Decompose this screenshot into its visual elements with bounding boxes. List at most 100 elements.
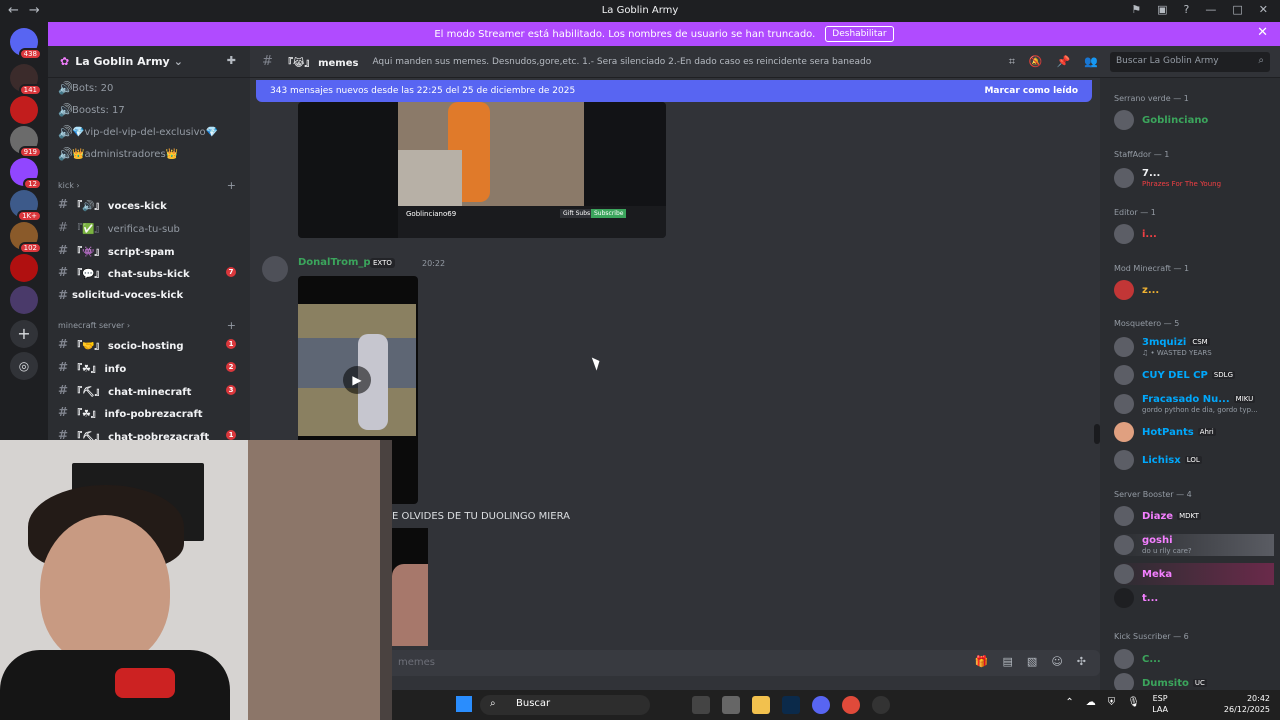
add-channel-icon[interactable]: + bbox=[227, 319, 236, 332]
hash-icon: # bbox=[58, 265, 69, 279]
avatar bbox=[1114, 168, 1134, 188]
mute-icon[interactable]: 🔕 bbox=[1029, 55, 1043, 69]
add-member-icon[interactable]: ✚ bbox=[227, 54, 236, 67]
members-icon[interactable]: 👥 bbox=[1084, 55, 1098, 69]
channel-item[interactable]: # 『💬』 chat-subs-kick 7 bbox=[58, 262, 242, 282]
guild-name: La Goblin Army bbox=[75, 55, 170, 68]
member-item[interactable]: Diaze MDKT bbox=[1114, 505, 1274, 527]
chrome-icon[interactable] bbox=[842, 696, 860, 714]
guild-tag: EXTO bbox=[370, 258, 395, 268]
window-controls: ⚑ ▣ ? — □ ✕ bbox=[1131, 3, 1268, 16]
taskbar-apps bbox=[692, 696, 890, 714]
search-input[interactable]: Buscar La Goblin Army ⌕ bbox=[1110, 52, 1270, 72]
hash-icon: # bbox=[58, 383, 69, 397]
banner-close-icon[interactable]: ✕ bbox=[1257, 25, 1268, 40]
discord-icon[interactable] bbox=[812, 696, 830, 714]
sidebar-item-vip[interactable]: 🔊 💎vip-del-vip-del-exclusivo💎 bbox=[58, 122, 242, 142]
gif-icon[interactable]: ▤ bbox=[1003, 655, 1013, 668]
screen-icon[interactable]: ▣ bbox=[1157, 3, 1167, 16]
guild-header[interactable]: ✿ La Goblin Army ⌄ ✚ bbox=[48, 46, 250, 78]
avatar[interactable] bbox=[262, 256, 288, 282]
maximize-icon[interactable]: □ bbox=[1232, 3, 1242, 16]
avatar bbox=[1114, 673, 1134, 690]
inbox-icon[interactable]: ⚑ bbox=[1131, 3, 1141, 16]
category-kick[interactable]: kick › + bbox=[58, 179, 242, 192]
discover-icon[interactable]: ◎ bbox=[10, 352, 38, 380]
server-icon[interactable] bbox=[10, 286, 38, 314]
printer-icon[interactable] bbox=[722, 696, 740, 714]
server-icon[interactable]: 919 bbox=[10, 126, 42, 158]
member-item[interactable]: C... bbox=[1114, 648, 1274, 670]
taskbar-search[interactable]: ⌕ Buscar bbox=[480, 695, 650, 715]
server-icon[interactable] bbox=[10, 254, 38, 282]
member-item[interactable]: t... bbox=[1114, 587, 1274, 609]
member-item[interactable]: Meka bbox=[1114, 563, 1274, 585]
member-item[interactable]: Lichisx LOL bbox=[1114, 449, 1274, 471]
server-icon[interactable] bbox=[10, 96, 38, 124]
add-server-icon[interactable]: + bbox=[10, 320, 38, 348]
windows-start-icon[interactable] bbox=[456, 696, 472, 712]
channel-item[interactable]: # solicitud-voces-kick bbox=[58, 285, 242, 305]
onedrive-icon[interactable]: ☁ bbox=[1086, 697, 1096, 708]
speaker-icon: 🔊 bbox=[58, 103, 73, 117]
channel-item[interactable]: # 『🤝』 socio-hosting 1 bbox=[58, 334, 242, 354]
app-icon[interactable] bbox=[872, 696, 890, 714]
security-icon[interactable]: ⛨ bbox=[1108, 697, 1116, 708]
sidebar-item-admins[interactable]: 🔊 👑administradores👑 bbox=[58, 144, 242, 164]
channel-item[interactable]: # 『🔊』 voces-kick bbox=[58, 194, 242, 214]
message-image[interactable]: Goblinciano69 Gift Subs Subscribe bbox=[298, 102, 666, 238]
member-item[interactable]: 7... Phrazes For The Young bbox=[1114, 167, 1274, 189]
member-item[interactable]: i... bbox=[1114, 223, 1274, 245]
threads-icon[interactable]: ⌗ bbox=[1009, 55, 1015, 69]
chevron-up-icon[interactable]: ⌃ bbox=[1065, 697, 1073, 708]
webcam-overlay bbox=[0, 440, 392, 720]
channel-item[interactable]: # 『👾』 script-spam bbox=[58, 240, 242, 260]
emoji-icon[interactable]: ☺ bbox=[1051, 655, 1062, 668]
server-icon[interactable]: 1K+ bbox=[10, 190, 42, 222]
channel-item[interactable]: # 『✅』 verifica-tu-sub bbox=[58, 217, 242, 237]
member-item[interactable]: z... bbox=[1114, 279, 1274, 301]
server-icon[interactable]: 141 bbox=[10, 64, 42, 96]
sticker-icon[interactable]: ▧ bbox=[1027, 655, 1037, 668]
task-view-icon[interactable] bbox=[692, 696, 710, 714]
sidebar-item-bots[interactable]: 🔊 Bots: 20 bbox=[58, 78, 242, 98]
mic-icon[interactable]: 🎙 bbox=[1127, 697, 1140, 708]
photoshop-icon[interactable] bbox=[782, 696, 800, 714]
video-attachment[interactable] bbox=[392, 528, 428, 646]
minimize-icon[interactable]: — bbox=[1205, 3, 1216, 16]
mark-read-button[interactable]: Marcar como leído bbox=[984, 86, 1078, 96]
member-item[interactable]: Dumsito UC bbox=[1114, 672, 1274, 690]
add-channel-icon[interactable]: + bbox=[227, 179, 236, 192]
new-messages-bar[interactable]: 343 mensajes nuevos desde las 22:25 del … bbox=[256, 80, 1092, 102]
channel-topic[interactable]: Aqui manden sus memes. Desnudos,gore,etc… bbox=[372, 57, 871, 67]
server-icon[interactable]: 102 bbox=[10, 222, 42, 254]
category-minecraft[interactable]: minecraft server › + bbox=[58, 319, 242, 332]
composer-icons: 🎁 ▤ ▧ ☺ ✣ bbox=[975, 655, 1086, 668]
channel-item[interactable]: # 『⛏』 chat-minecraft 3 bbox=[58, 380, 242, 400]
server-icon[interactable]: 12 bbox=[10, 158, 42, 190]
channel-item[interactable]: # 『☘』 info-pobrezacraft bbox=[58, 402, 242, 422]
play-icon[interactable]: ▶ bbox=[343, 366, 371, 394]
member-item[interactable]: Fracasado Nu... MIKU gordo python de dia, … bbox=[1114, 393, 1274, 415]
file-explorer-icon[interactable] bbox=[752, 696, 770, 714]
clock[interactable]: 20:42 26/12/2025 bbox=[1224, 693, 1270, 715]
member-item[interactable]: 3mquizi CSM ♫ • WASTED YEARS bbox=[1114, 336, 1274, 358]
message-author[interactable]: DonalTrom_pe bbox=[298, 257, 377, 268]
hash-icon: # bbox=[58, 288, 69, 302]
channel-item[interactable]: # 『☘』 info 2 bbox=[58, 357, 242, 377]
disable-button[interactable]: Deshabilitar bbox=[825, 26, 894, 42]
member-item[interactable]: goshi do u rlly care? bbox=[1114, 534, 1274, 556]
member-item[interactable]: Goblinciano bbox=[1114, 109, 1274, 131]
home-icon[interactable]: 438 bbox=[10, 28, 42, 60]
sidebar-item-boosts[interactable]: 🔊 Boosts: 17 bbox=[58, 100, 242, 120]
apps-icon[interactable]: ✣ bbox=[1077, 655, 1086, 668]
help-icon[interactable]: ? bbox=[1184, 3, 1190, 16]
member-item[interactable]: HotPants Ahri bbox=[1114, 421, 1274, 443]
language-indicator[interactable]: ESP LAA bbox=[1152, 693, 1168, 715]
pin-icon[interactable]: 📌 bbox=[1057, 55, 1071, 69]
member-item[interactable]: CUY DEL CP SDLG bbox=[1114, 364, 1274, 386]
close-icon[interactable]: ✕ bbox=[1259, 3, 1268, 16]
hash-icon: # bbox=[58, 243, 69, 257]
avatar bbox=[1114, 564, 1134, 584]
gift-icon[interactable]: 🎁 bbox=[975, 655, 989, 668]
